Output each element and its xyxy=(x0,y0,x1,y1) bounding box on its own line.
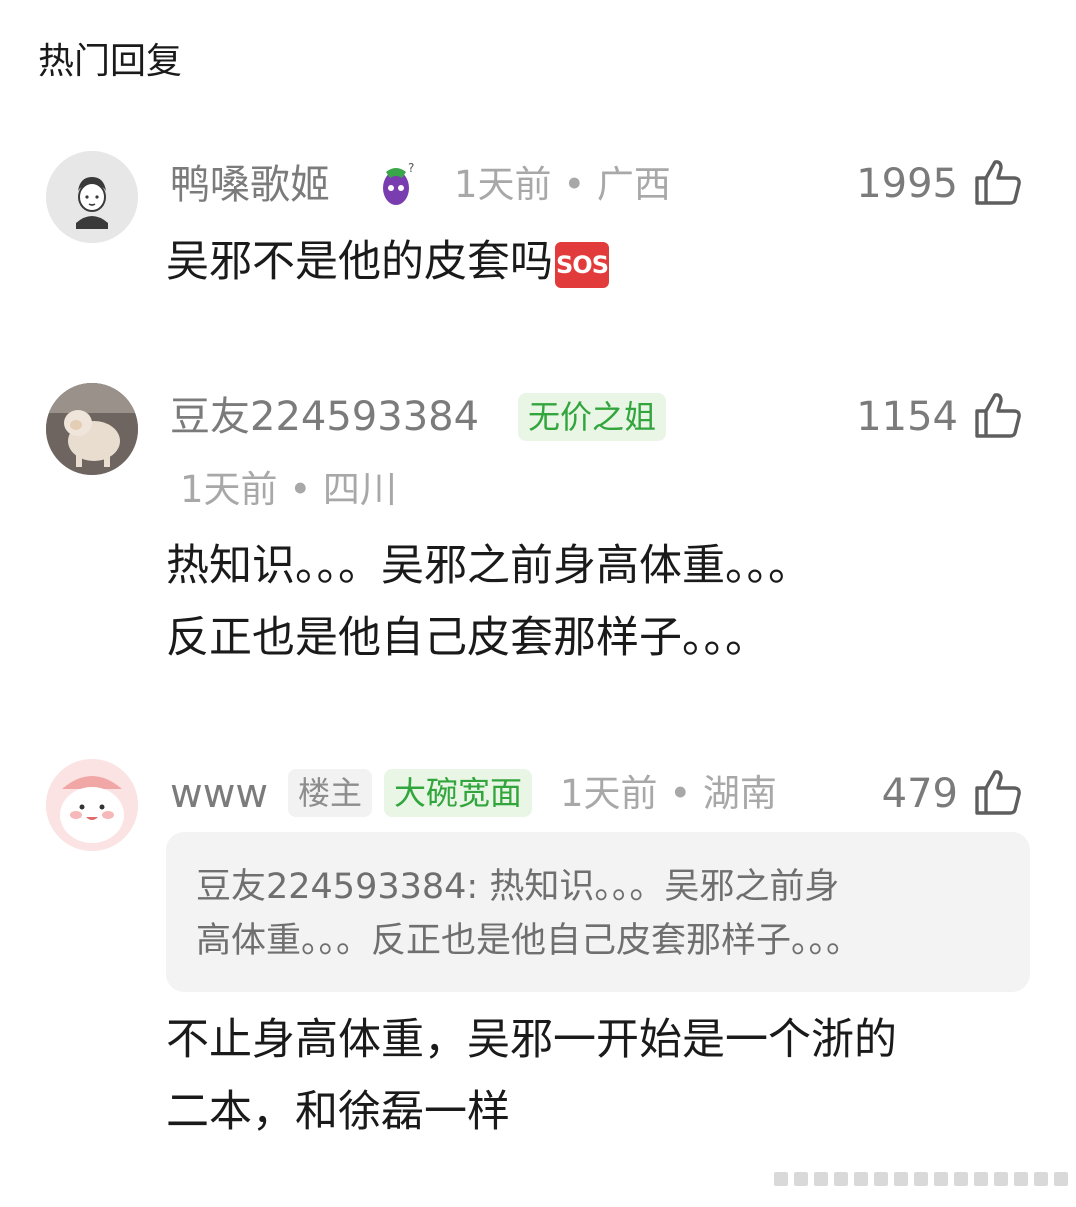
user-title-tag: 无价之姐 xyxy=(518,393,667,441)
comment-meta: 1天前 • 广西 xyxy=(454,157,671,213)
comment-line: 热知识。。。吴邪之前身高体重。。。 xyxy=(166,541,811,591)
watermark xyxy=(774,1168,1070,1190)
quoted-text: 豆友224593384: 热知识。。。吴邪之前身 高体重。。。反正也是他自己皮套… xyxy=(196,860,1016,968)
comment-username[interactable]: www xyxy=(170,766,268,822)
comment-location: 湖南 xyxy=(702,772,777,815)
meta-separator: • xyxy=(669,772,703,815)
thumbs-up-icon[interactable] xyxy=(972,766,1024,818)
section-title: 热门回复 xyxy=(38,41,183,82)
default-avatar-icon xyxy=(46,151,138,243)
avatar[interactable] xyxy=(46,759,138,851)
like-count: 1995 xyxy=(856,161,958,207)
comment-location: 广西 xyxy=(596,163,671,206)
thumbs-up-icon[interactable] xyxy=(972,389,1024,441)
bunny-avatar-icon xyxy=(46,759,138,851)
comment-time: 1天前 xyxy=(560,772,658,815)
comment-username[interactable]: 鸭嗓歌姬 xyxy=(170,157,330,213)
comment-meta: 1天前 • 湖南 xyxy=(560,766,777,822)
comment-content: 吴邪不是他的皮套吗 SOS xyxy=(166,226,609,298)
quoted-line: 高体重。。。反正也是他自己皮套那样子。。。 xyxy=(196,921,862,961)
like-count: 1154 xyxy=(856,394,958,440)
like-count: 479 xyxy=(881,771,958,817)
thumbs-up-icon[interactable] xyxy=(972,156,1024,208)
comment-meta: 1天前 • 四川 xyxy=(180,462,397,518)
avatar[interactable] xyxy=(46,383,138,475)
comment-location: 四川 xyxy=(322,468,397,511)
owner-tag: 楼主 xyxy=(288,769,373,817)
comment-line: 不止身高体重，吴邪一开始是一个浙的 xyxy=(166,1015,897,1065)
comment-time: 1天前 xyxy=(454,163,552,206)
comment-line: 反正也是他自己皮套那样子。。。 xyxy=(166,613,768,663)
user-title-tag: 大碗宽面 xyxy=(384,769,533,817)
quoted-line: 豆友224593384: 热知识。。。吴邪之前身 xyxy=(196,867,840,907)
comment-text: 吴邪不是他的皮套吗 xyxy=(166,237,553,287)
sos-icon: SOS xyxy=(555,241,609,288)
avatar[interactable] xyxy=(46,151,138,243)
comment-time: 1天前 xyxy=(180,468,278,511)
quoted-reply[interactable]: 豆友224593384: 热知识。。。吴邪之前身 高体重。。。反正也是他自己皮套… xyxy=(166,832,1030,992)
comment-line: 二本，和徐磊一样 xyxy=(166,1087,510,1137)
eggplant-icon: ? xyxy=(374,158,420,208)
comment-username[interactable]: 豆友224593384 xyxy=(170,389,479,445)
meta-separator: • xyxy=(563,163,597,206)
puppy-avatar-icon xyxy=(46,383,138,475)
svg-text:?: ? xyxy=(408,161,414,175)
meta-separator: • xyxy=(289,468,323,511)
